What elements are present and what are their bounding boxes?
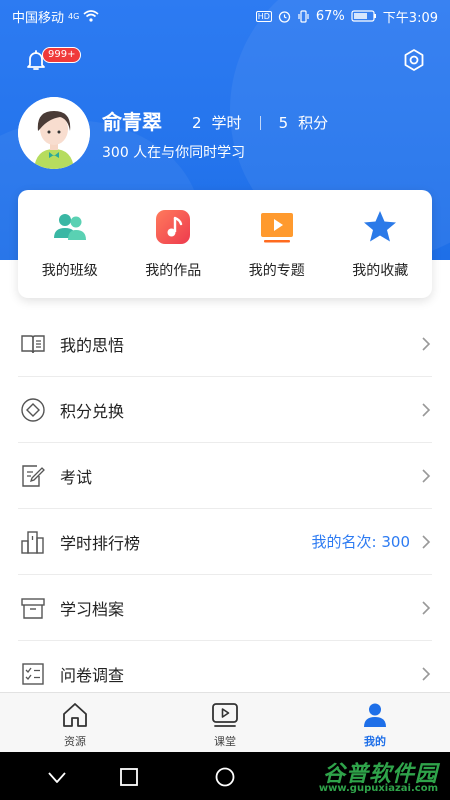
menu-item-label: 问卷调查: [60, 666, 125, 685]
chevron-right-icon: [422, 534, 431, 549]
chevron-right-icon: [422, 468, 431, 483]
points-value: 5: [278, 113, 289, 132]
tab-resources[interactable]: 资源: [0, 693, 150, 752]
tab-classroom[interactable]: 课堂: [150, 693, 300, 752]
menu-item-label: 学习档案: [60, 599, 125, 619]
user-stats: 2 学时 5 积分: [192, 112, 328, 133]
points-label: 积分: [298, 114, 329, 132]
recent-apps-square-icon[interactable]: [118, 766, 140, 788]
profile-menu: 我的思悟 积分兑换 考试 学时排行榜 我的名次: 300 学习档案 问卷调查: [18, 311, 432, 707]
hours-value: 2: [192, 113, 202, 132]
wifi-icon: [83, 10, 99, 22]
quick-action-my-favorites[interactable]: 我的收藏: [329, 190, 433, 298]
vibrate-icon: [298, 9, 309, 23]
network-type: 4G: [68, 11, 80, 21]
book-icon: [21, 334, 45, 353]
menu-item-label: 学时排行榜: [60, 533, 141, 553]
tab-mine[interactable]: 我的: [300, 693, 450, 752]
video-class-icon: [212, 703, 238, 727]
class-group-icon: [53, 214, 86, 240]
status-bar: 中国移动 4G HD 67% 下午3:09: [0, 0, 450, 32]
chevron-right-icon: [422, 402, 431, 417]
quick-action-my-class[interactable]: 我的班级: [18, 190, 122, 298]
home-icon: [63, 703, 87, 727]
home-circle-icon[interactable]: [214, 766, 236, 788]
carrier-label: 中国移动: [12, 10, 65, 26]
exchange-icon: [21, 397, 45, 422]
survey-checklist-icon: [22, 663, 44, 685]
bottom-tab-bar: 资源 课堂 我的: [0, 692, 450, 752]
hd-icon: HD: [255, 10, 272, 22]
star-icon: [364, 211, 397, 242]
tab-label: 我的: [364, 735, 386, 748]
quick-action-label: 我的作品: [145, 263, 202, 279]
avatar-illustration: [18, 97, 90, 169]
menu-item-hours-ranking[interactable]: 学时排行榜 我的名次: 300: [18, 509, 432, 575]
stats-divider: [259, 115, 261, 130]
tab-label: 课堂: [214, 735, 236, 748]
menu-item-points-exchange[interactable]: 积分兑换: [18, 377, 432, 443]
ranking-icon: [21, 530, 44, 554]
concurrent-learners-text: 300 人在与你同时学习: [102, 145, 246, 161]
hours-label: 学时: [211, 114, 242, 132]
exam-edit-icon: [22, 464, 45, 487]
menu-item-exam[interactable]: 考试: [18, 443, 432, 509]
settings-hexagon-icon[interactable]: [402, 48, 426, 72]
menu-item-label: 我的思悟: [60, 335, 125, 355]
menu-item-label: 考试: [60, 467, 93, 487]
back-triangle-icon[interactable]: [46, 766, 68, 788]
user-name: 俞青翠: [102, 110, 162, 134]
notification-badge: 999+: [42, 47, 82, 63]
quick-action-my-topics[interactable]: 我的专题: [225, 190, 329, 298]
quick-action-my-works[interactable]: 我的作品: [122, 190, 226, 298]
quick-action-label: 我的收藏: [352, 263, 409, 279]
quick-action-label: 我的班级: [41, 263, 98, 279]
menu-item-learning-archive[interactable]: 学习档案: [18, 575, 432, 641]
chevron-right-icon: [422, 336, 431, 351]
music-note-icon: [156, 210, 191, 244]
watermark-url: www.gupuxiazai.com: [318, 783, 438, 794]
menu-item-reflections[interactable]: 我的思悟: [18, 311, 432, 377]
battery-icon: [351, 10, 376, 22]
archive-box-icon: [21, 597, 45, 619]
tab-label: 资源: [64, 735, 86, 748]
chevron-right-icon: [422, 667, 431, 681]
quick-action-label: 我的专题: [248, 263, 305, 279]
clock-time: 下午3:09: [382, 10, 438, 26]
alarm-icon: [278, 10, 291, 23]
play-video-icon: [260, 213, 293, 243]
battery-percent: 67%: [315, 8, 345, 24]
menu-item-label: 积分兑换: [60, 401, 125, 421]
person-icon: [364, 703, 386, 727]
chevron-right-icon: [422, 600, 431, 615]
avatar[interactable]: [18, 97, 90, 169]
my-rank-value: 我的名次: 300: [311, 533, 410, 551]
quick-actions-card: 我的班级 我的作品 我的专题 我的收藏: [18, 190, 432, 298]
